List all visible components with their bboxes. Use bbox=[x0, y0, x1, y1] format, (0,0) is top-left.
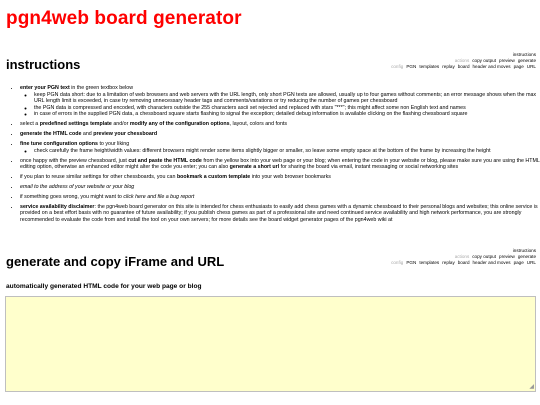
nav-link-config[interactable]: config bbox=[391, 260, 403, 265]
nav-link-replay[interactable]: replay bbox=[442, 64, 455, 69]
instruction-text: bookmark a custom template bbox=[176, 174, 251, 181]
instruction-text: generate the HTML code bbox=[20, 131, 82, 138]
nav-link-generate[interactable]: generate bbox=[518, 254, 536, 259]
nav-link-instructions[interactable]: instructions bbox=[513, 52, 536, 57]
nav-row-3: config PGN templates replay board header and … bbox=[388, 260, 536, 266]
instruction-text: and bbox=[81, 131, 94, 138]
instruction-text: if something goes wrong, you might want … bbox=[20, 193, 124, 200]
nav-link-actions[interactable]: actions bbox=[455, 254, 470, 259]
nav-menu-top: instructions actions copy output preview ge… bbox=[388, 52, 536, 69]
nav-link-actions[interactable]: actions bbox=[455, 58, 470, 63]
nav-link-replay[interactable]: replay bbox=[442, 260, 455, 265]
instruction-subitem: the PGN data is compressed and encoded, … bbox=[34, 105, 540, 112]
nav-link-board[interactable]: board bbox=[458, 260, 470, 265]
instruction-text: email to the address of your website or … bbox=[20, 183, 135, 190]
instruction-text: service availability disclaimer bbox=[20, 203, 95, 210]
nav-link-instructions[interactable]: instructions bbox=[513, 248, 536, 253]
instruction-text: and/or bbox=[111, 121, 130, 128]
instruction-item: email to the address of your website or … bbox=[20, 184, 540, 191]
instruction-text: for sharing the board via email, instant… bbox=[279, 164, 459, 171]
instruction-text: keep PGN data short: due to a limitation… bbox=[34, 91, 537, 105]
nav-link-templates[interactable]: templates bbox=[419, 64, 439, 69]
instruction-item: service availability disclaimer: the pgn… bbox=[20, 204, 540, 224]
nav-link-url[interactable]: URL bbox=[527, 260, 536, 265]
instruction-text: : the pgn4web board generator on this si… bbox=[20, 203, 538, 223]
instruction-item: select a predefined settings template an… bbox=[20, 121, 540, 128]
html-code-subhead: automatically generated HTML code for yo… bbox=[6, 283, 202, 290]
instruction-sublist: check carefully the frame height/width v… bbox=[20, 148, 540, 155]
instructions-list: enter your PGN text in the green textbox… bbox=[6, 85, 540, 227]
nav-link-page[interactable]: page bbox=[514, 260, 524, 265]
instruction-item: if you plan to reuse similar settings fo… bbox=[20, 174, 540, 181]
page: pgn4web board generator instructions ins… bbox=[0, 0, 540, 405]
nav-link-generate[interactable]: generate bbox=[518, 58, 536, 63]
nav-link-header-and-moves[interactable]: header and moves bbox=[473, 260, 511, 265]
instruction-text: into your web browser bookmarks bbox=[250, 174, 331, 181]
nav-link-url[interactable]: URL bbox=[527, 64, 536, 69]
instruction-item: enter your PGN text in the green textbox… bbox=[20, 85, 540, 118]
site-title: pgn4web board generator bbox=[6, 8, 242, 29]
instruction-text: modify any of the configuration options bbox=[129, 121, 230, 128]
instructions-title: instructions bbox=[6, 57, 81, 72]
instruction-item: generate the HTML code and preview your … bbox=[20, 131, 540, 138]
nav-link-config[interactable]: config bbox=[391, 64, 403, 69]
instruction-text: click here and file a bug report bbox=[123, 193, 195, 200]
instruction-subitem: in case of errors in the supplied PGN da… bbox=[34, 111, 540, 118]
instruction-text: to your liking bbox=[97, 141, 130, 148]
instruction-subitem: keep PGN data short: due to a limitation… bbox=[34, 92, 540, 105]
instructions-header: instructions instructions actions copy ou… bbox=[6, 52, 536, 72]
nav-link-preview[interactable]: preview bbox=[499, 254, 515, 259]
instruction-text: cut and paste the HTML code bbox=[128, 157, 202, 164]
nav-link-pgn[interactable]: PGN bbox=[406, 64, 416, 69]
nav-link-page[interactable]: page bbox=[514, 64, 524, 69]
instruction-text: the PGN data is compressed and encoded, … bbox=[34, 104, 466, 111]
nav-link-preview[interactable]: preview bbox=[499, 58, 515, 63]
instruction-text: predefined settings template bbox=[39, 121, 112, 128]
nav-row-3: config PGN templates replay board header and … bbox=[388, 64, 536, 70]
instruction-text: enter your PGN text bbox=[20, 85, 70, 91]
nav-menu-bottom: instructions actions copy output preview ge… bbox=[388, 248, 536, 265]
nav-link-board[interactable]: board bbox=[458, 64, 470, 69]
nav-link-copy-output[interactable]: copy output bbox=[472, 254, 496, 259]
html-code-textarea[interactable]: ◢ bbox=[5, 296, 536, 392]
instruction-text: select a bbox=[20, 121, 40, 128]
nav-link-header-and-moves[interactable]: header and moves bbox=[473, 64, 511, 69]
nav-link-pgn[interactable]: PGN bbox=[406, 260, 416, 265]
instruction-item: once happy with the preview chessboard, … bbox=[20, 158, 540, 171]
resize-grip-icon[interactable]: ◢ bbox=[529, 384, 534, 390]
nav-link-templates[interactable]: templates bbox=[419, 260, 439, 265]
nav-link-copy-output[interactable]: copy output bbox=[472, 58, 496, 63]
instruction-text: generate a short url bbox=[229, 164, 280, 171]
instruction-text: fine tune configuration options bbox=[20, 141, 98, 148]
instruction-sublist: keep PGN data short: due to a limitation… bbox=[20, 92, 540, 118]
instruction-text: in case of errors in the supplied PGN da… bbox=[34, 111, 468, 118]
instruction-text: if you plan to reuse similar settings fo… bbox=[20, 174, 177, 181]
instruction-text: check carefully the frame height/width v… bbox=[34, 147, 491, 154]
instruction-item: if something goes wrong, you might want … bbox=[20, 194, 540, 201]
generate-title: generate and copy iFrame and URL bbox=[6, 254, 225, 269]
instruction-subitem: check carefully the frame height/width v… bbox=[34, 148, 540, 155]
instruction-item: fine tune configuration options to your … bbox=[20, 141, 540, 154]
instruction-text: once happy with the preview chessboard, … bbox=[20, 157, 129, 164]
instruction-text: preview your chessboard bbox=[93, 131, 158, 138]
instruction-text: in the green textbox below bbox=[69, 85, 134, 91]
generate-header: generate and copy iFrame and URL instruc… bbox=[6, 248, 536, 269]
instruction-text: , layout, colors and fonts bbox=[229, 121, 288, 128]
